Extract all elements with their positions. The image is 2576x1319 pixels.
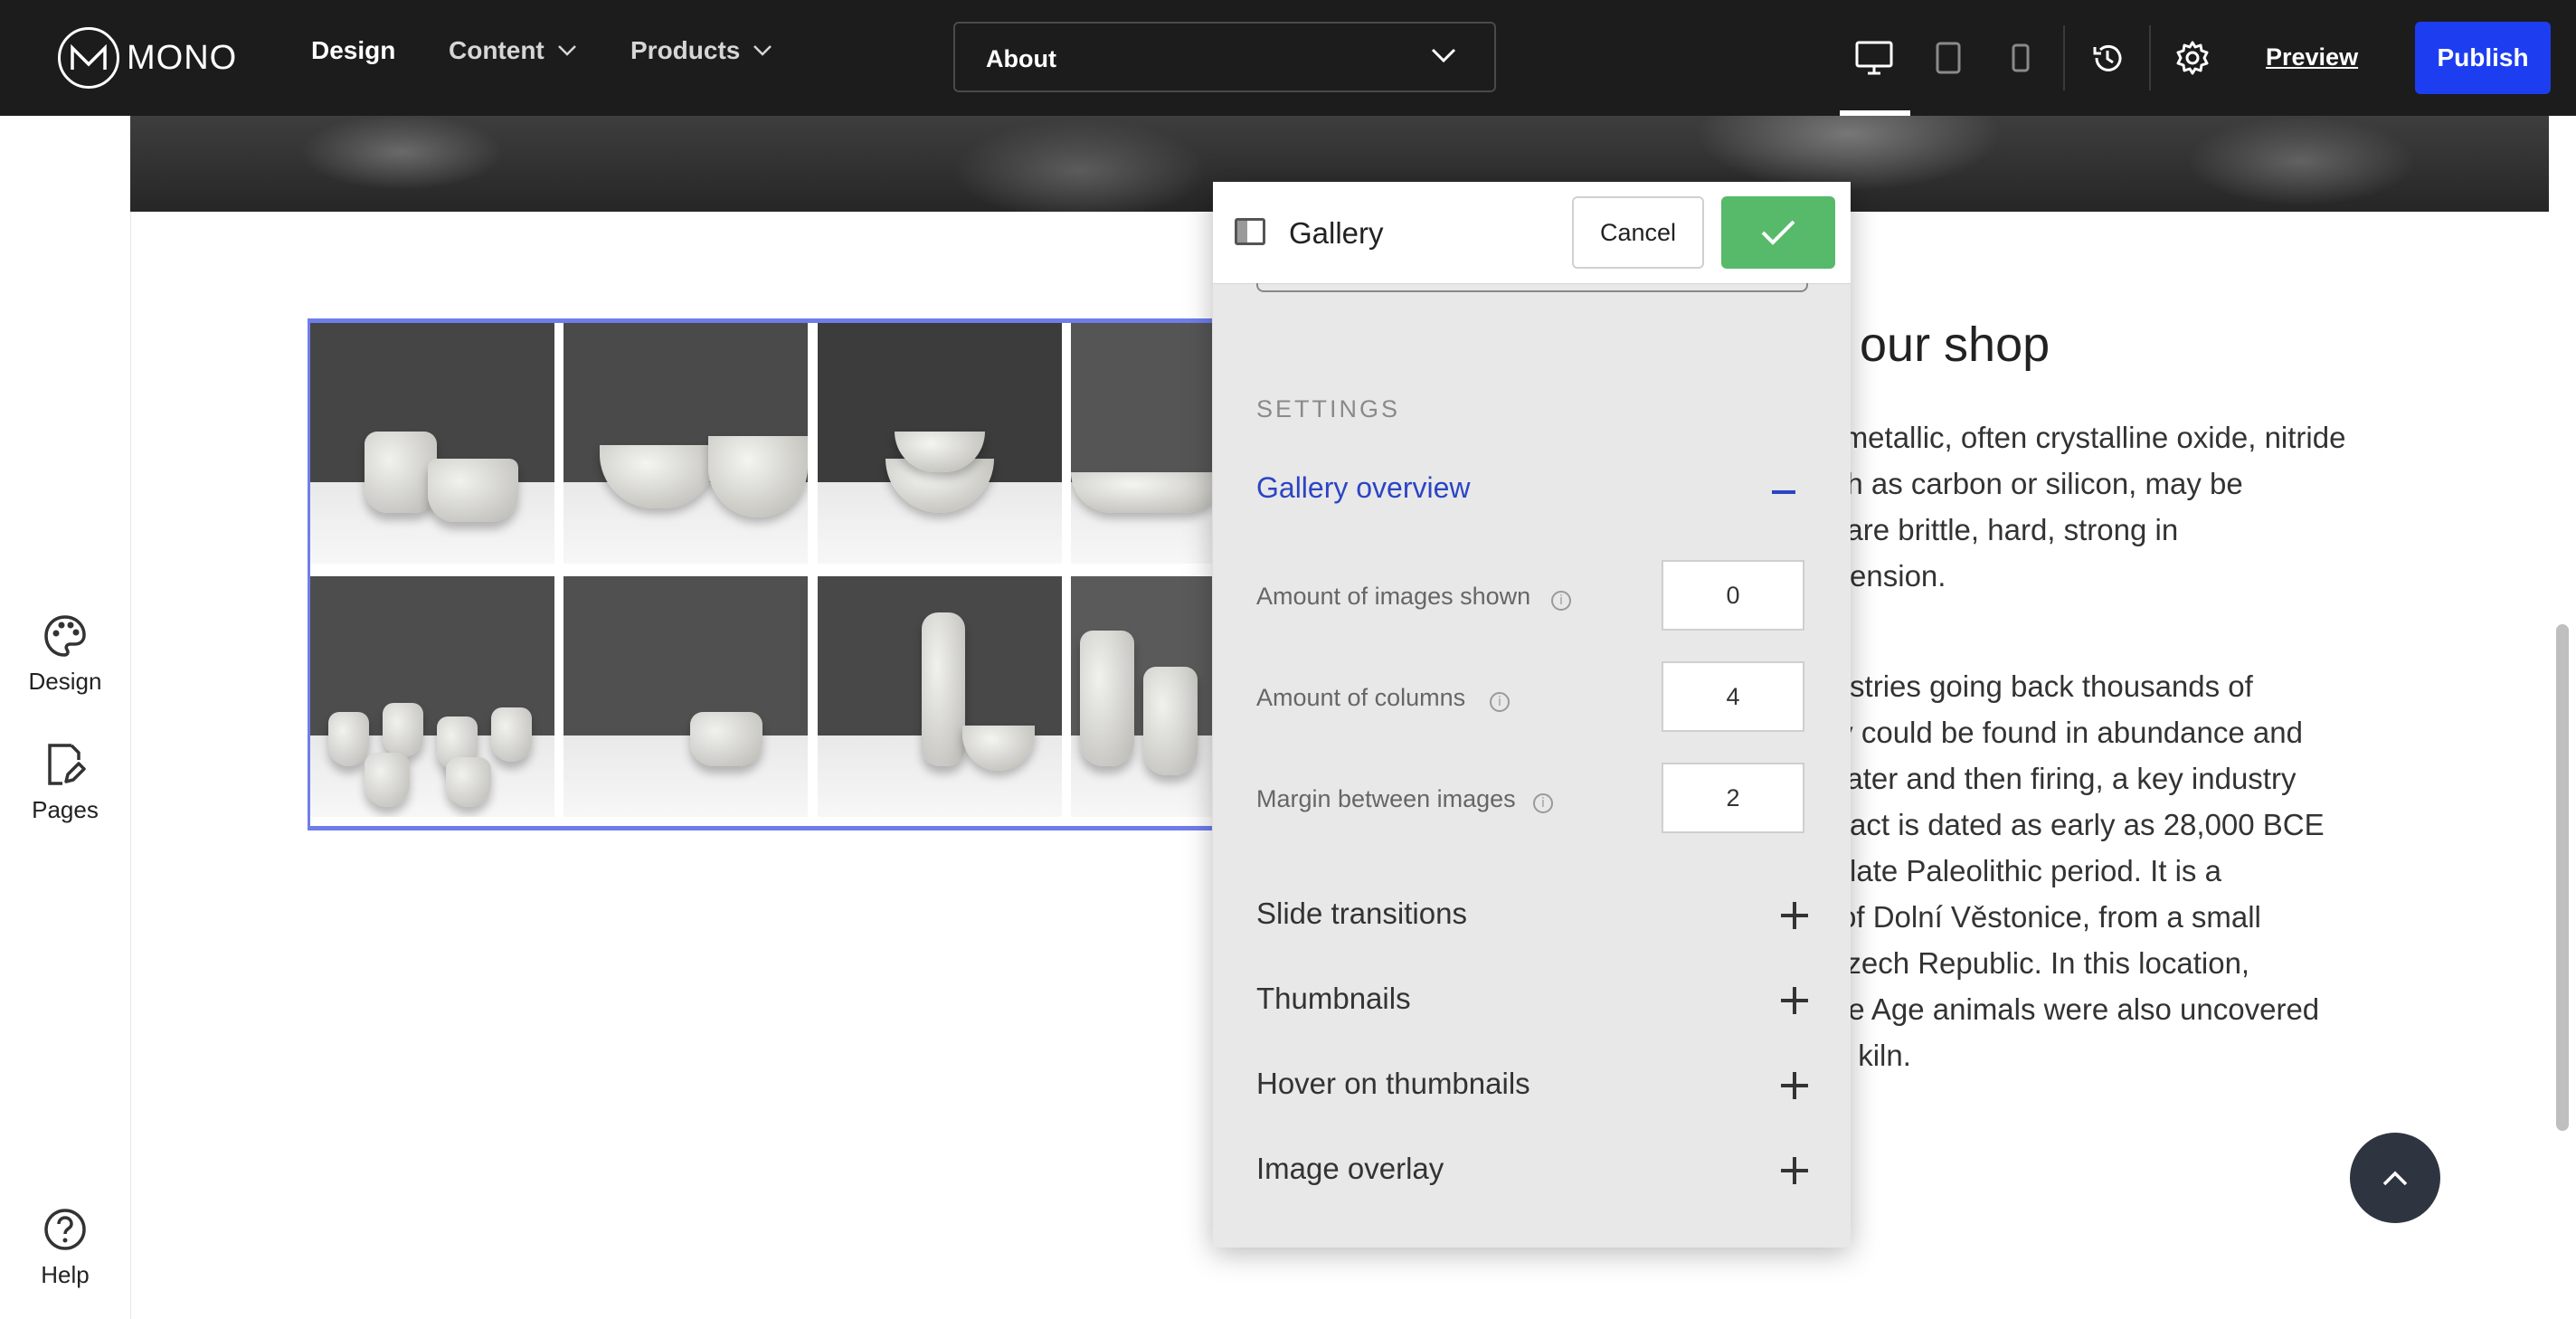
- mobile-icon[interactable]: [1995, 33, 2046, 83]
- text-line: such as carbon or silicon, may be: [1800, 467, 2243, 500]
- images-shown-label: Amount of images shown: [1256, 583, 1531, 610]
- chevron-up-icon: [2382, 1171, 2408, 1186]
- info-icon[interactable]: i: [1533, 793, 1553, 813]
- chevron-down-icon: [753, 45, 772, 56]
- gallery-image[interactable]: [564, 323, 808, 564]
- nav-products[interactable]: Products: [630, 36, 772, 65]
- section-thumbnails[interactable]: Thumbnails: [1256, 982, 1808, 1021]
- gallery-image[interactable]: [818, 323, 1062, 564]
- text-line: g Ice Age animals were also uncovered: [1800, 992, 2320, 1026]
- sidebar-item-pages-label: Pages: [32, 796, 99, 823]
- section-title: Thumbnails: [1256, 982, 1411, 1015]
- info-icon[interactable]: i: [1490, 692, 1510, 712]
- logo-text: MONO: [127, 38, 238, 77]
- margin-input[interactable]: [1662, 763, 1804, 833]
- gallery-image[interactable]: [564, 576, 808, 817]
- gallery-image[interactable]: [1071, 576, 1212, 817]
- gallery-image[interactable]: [1071, 323, 1212, 564]
- text-line: als are brittle, hard, strong in: [1800, 513, 2179, 546]
- gallery-settings-panel: Gallery Cancel SETTINGS Gallery overview…: [1213, 182, 1851, 1248]
- expand-icon[interactable]: [1781, 987, 1808, 1014]
- panel-header: Gallery Cancel: [1213, 182, 1851, 284]
- section-title: Image overlay: [1256, 1152, 1444, 1185]
- nav-content-label: Content: [449, 36, 545, 64]
- desktop-icon[interactable]: [1849, 33, 1899, 83]
- expand-icon[interactable]: [1781, 1157, 1808, 1184]
- settings-heading: SETTINGS: [1256, 395, 1401, 422]
- article-paragraph: ndustries going back thousands of clay c…: [1800, 663, 2451, 1078]
- chevron-down-icon: [557, 45, 576, 56]
- left-sidebar: Design Pages Help: [0, 116, 131, 1319]
- text-line: ndustries going back thousands of: [1800, 669, 2253, 703]
- help-icon: [0, 1207, 130, 1252]
- images-shown-input[interactable]: [1662, 560, 1804, 631]
- expand-icon[interactable]: [1781, 902, 1808, 929]
- sidebar-item-design[interactable]: Design: [0, 613, 130, 696]
- page-select-value: About: [986, 45, 1056, 72]
- panel-title: Gallery: [1289, 216, 1384, 250]
- chevron-down-icon: [1431, 48, 1456, 63]
- history-icon[interactable]: [2082, 33, 2133, 83]
- section-image-overlay[interactable]: Image overlay: [1256, 1152, 1808, 1191]
- article-title: our shop: [1860, 318, 2050, 372]
- article-paragraph: on-metallic, often crystalline oxide, ni…: [1800, 414, 2451, 599]
- page-select[interactable]: About: [953, 22, 1496, 92]
- logo-mark-icon: [58, 27, 119, 89]
- margin-label: Margin between images: [1256, 785, 1516, 812]
- sidebar-item-help-label: Help: [41, 1261, 90, 1288]
- gallery-block[interactable]: [308, 318, 1212, 830]
- section-hover-thumbnails[interactable]: Hover on thumbnails: [1256, 1067, 1808, 1106]
- sidebar-item-pages[interactable]: Pages: [0, 742, 130, 824]
- text-line: e Czech Republic. In this location,: [1800, 946, 2250, 980]
- page-scrollbar[interactable]: [2556, 624, 2569, 1131]
- scroll-to-top-button[interactable]: [2350, 1133, 2440, 1223]
- sidebar-item-help[interactable]: Help: [0, 1207, 130, 1289]
- gallery-image[interactable]: [818, 576, 1062, 817]
- separator: [2063, 25, 2065, 90]
- collapse-icon[interactable]: [1772, 490, 1795, 494]
- gallery-overview-toggle[interactable]: Gallery overview: [1256, 471, 1471, 505]
- sidebar-item-design-label: Design: [28, 668, 102, 695]
- logo[interactable]: MONO: [58, 24, 237, 92]
- panel-layout-icon: [1235, 218, 1265, 245]
- text-line: n water and then firing, a key industry: [1800, 762, 2297, 795]
- columns-label: Amount of columns: [1256, 684, 1466, 711]
- expand-icon[interactable]: [1781, 1072, 1808, 1099]
- palette-icon: [0, 613, 130, 659]
- confirm-button[interactable]: [1721, 196, 1835, 269]
- gallery-image[interactable]: [310, 576, 554, 817]
- info-icon[interactable]: i: [1551, 591, 1571, 611]
- nav-content[interactable]: Content: [449, 36, 577, 65]
- gear-icon[interactable]: [2167, 33, 2218, 83]
- gallery-image[interactable]: [310, 323, 554, 564]
- text-line: us of Dolní Věstonice, from a small: [1800, 900, 2261, 934]
- section-title: Hover on thumbnails: [1256, 1067, 1530, 1100]
- tablet-icon[interactable]: [1923, 33, 1974, 83]
- nav-design-label: Design: [311, 36, 396, 64]
- separator: [2149, 25, 2151, 90]
- collapsed-field-edge: [1256, 283, 1808, 292]
- checkmark-icon: [1761, 220, 1795, 245]
- preview-link[interactable]: Preview: [2266, 43, 2358, 71]
- text-line: on-metallic, often crystalline oxide, ni…: [1800, 421, 2346, 454]
- nav-products-label: Products: [630, 36, 741, 64]
- section-title: Slide transitions: [1256, 897, 1467, 930]
- top-bar: MONO Design Content Products About Previ…: [0, 0, 2576, 116]
- text-line: artifact is dated as early as 28,000 BCE: [1800, 808, 2325, 841]
- text-line: the late Paleolithic period. It is a: [1800, 854, 2221, 887]
- text-line: clay could be found in abundance and: [1800, 716, 2303, 749]
- section-slide-transitions[interactable]: Slide transitions: [1256, 897, 1808, 936]
- nav-design[interactable]: Design: [311, 36, 395, 65]
- cancel-button[interactable]: Cancel: [1572, 196, 1704, 269]
- publish-button[interactable]: Publish: [2415, 22, 2551, 94]
- columns-input[interactable]: [1662, 661, 1804, 732]
- page-edit-icon: [0, 742, 130, 787]
